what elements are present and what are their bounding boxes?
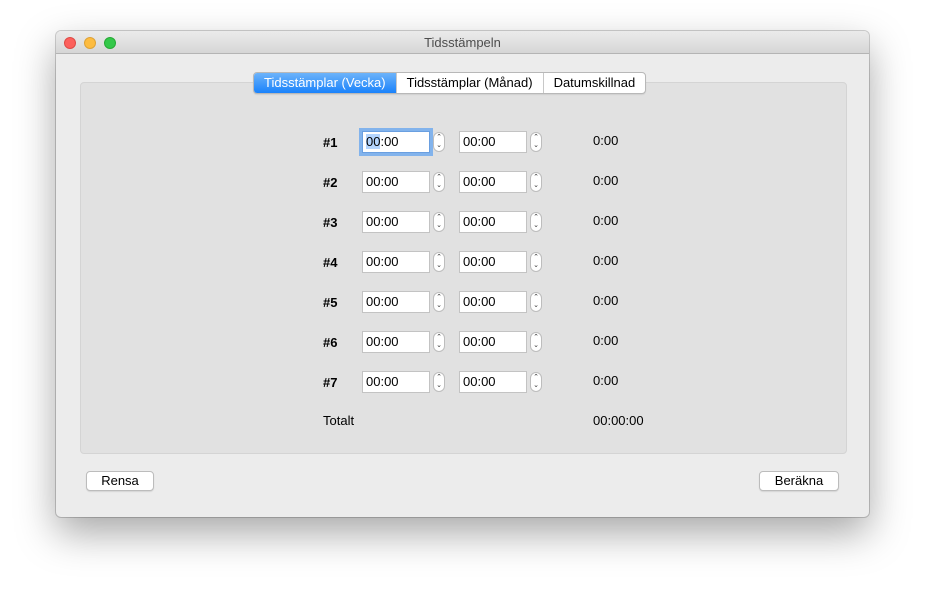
chevron-up-icon[interactable]: ⌃ (434, 214, 444, 222)
chevron-up-icon[interactable]: ⌃ (434, 294, 444, 302)
total-label: Totalt (323, 413, 355, 428)
row-label: #3 (323, 215, 338, 230)
chevron-up-icon[interactable]: ⌃ (434, 174, 444, 182)
end-time-stepper[interactable]: ⌃ ⌄ (530, 252, 542, 272)
start-time-field[interactable]: 00:00 (362, 331, 430, 353)
chevron-up-icon[interactable]: ⌃ (531, 134, 541, 142)
end-time-stepper[interactable]: ⌃ ⌄ (530, 372, 542, 392)
start-time-stepper[interactable]: ⌃ ⌄ (433, 212, 445, 232)
start-time-field[interactable]: 00:00 (362, 371, 430, 393)
chevron-up-icon[interactable]: ⌃ (531, 254, 541, 262)
start-time-stepper[interactable]: ⌃ ⌄ (433, 292, 445, 312)
start-time-field[interactable]: 00:00 (362, 131, 430, 153)
tab-weekly-timestamps[interactable]: Tidsstämplar (Vecka) (254, 73, 396, 93)
end-time-field[interactable]: 00:00 (459, 131, 527, 153)
end-time-stepper[interactable]: ⌃ ⌄ (530, 292, 542, 312)
tab-monthly-timestamps[interactable]: Tidsstämplar (Månad) (395, 73, 543, 93)
row-label: #2 (323, 175, 338, 190)
chevron-up-icon[interactable]: ⌃ (531, 374, 541, 382)
row-duration: 0:00 (593, 133, 619, 148)
chevron-down-icon[interactable]: ⌄ (434, 382, 444, 390)
end-time-field[interactable]: 00:00 (459, 371, 527, 393)
start-time-stepper[interactable]: ⌃ ⌄ (433, 372, 445, 392)
total-value: 00:00:00 (593, 413, 644, 428)
chevron-up-icon[interactable]: ⌃ (531, 214, 541, 222)
chevron-down-icon[interactable]: ⌄ (531, 342, 541, 350)
start-time-stepper[interactable]: ⌃ ⌄ (433, 332, 445, 352)
selected-hour-segment: 00 (366, 134, 381, 149)
row-label: #1 (323, 135, 338, 150)
end-time-stepper[interactable]: ⌃ ⌄ (530, 132, 542, 152)
row-label: #6 (323, 335, 338, 350)
row-label: #5 (323, 295, 338, 310)
tab-date-difference[interactable]: Datumskillnad (542, 73, 646, 93)
chevron-down-icon[interactable]: ⌄ (434, 182, 444, 190)
row-duration: 0:00 (593, 213, 619, 228)
start-time-stepper[interactable]: ⌃ ⌄ (433, 252, 445, 272)
row-duration: 0:00 (593, 293, 619, 308)
chevron-up-icon[interactable]: ⌃ (531, 294, 541, 302)
end-time-field[interactable]: 00:00 (459, 251, 527, 273)
end-time-field[interactable]: 00:00 (459, 211, 527, 233)
chevron-down-icon[interactable]: ⌄ (434, 222, 444, 230)
calculate-button[interactable]: Beräkna (759, 471, 839, 491)
tab-bar: Tidsstämplar (Vecka) Tidsstämplar (Månad… (253, 72, 647, 94)
end-time-field[interactable]: 00:00 (459, 171, 527, 193)
chevron-up-icon[interactable]: ⌃ (531, 174, 541, 182)
chevron-down-icon[interactable]: ⌄ (531, 382, 541, 390)
start-time-field[interactable]: 00:00 (362, 291, 430, 313)
title-bar[interactable]: Tidsstämpeln (56, 31, 869, 54)
chevron-up-icon[interactable]: ⌃ (434, 334, 444, 342)
start-time-stepper[interactable]: ⌃ ⌄ (433, 172, 445, 192)
end-time-field[interactable]: 00:00 (459, 291, 527, 313)
row-label: #7 (323, 375, 338, 390)
chevron-down-icon[interactable]: ⌄ (434, 302, 444, 310)
chevron-up-icon[interactable]: ⌃ (434, 134, 444, 142)
start-time-field[interactable]: 00:00 (362, 251, 430, 273)
chevron-up-icon[interactable]: ⌃ (531, 334, 541, 342)
chevron-down-icon[interactable]: ⌄ (434, 262, 444, 270)
chevron-down-icon[interactable]: ⌄ (434, 142, 444, 150)
chevron-down-icon[interactable]: ⌄ (531, 262, 541, 270)
clear-button[interactable]: Rensa (86, 471, 154, 491)
end-time-stepper[interactable]: ⌃ ⌄ (530, 332, 542, 352)
chevron-down-icon[interactable]: ⌄ (531, 302, 541, 310)
start-time-stepper[interactable]: ⌃ ⌄ (433, 132, 445, 152)
chevron-down-icon[interactable]: ⌄ (531, 222, 541, 230)
end-time-field[interactable]: 00:00 (459, 331, 527, 353)
row-duration: 0:00 (593, 373, 619, 388)
chevron-up-icon[interactable]: ⌃ (434, 374, 444, 382)
row-duration: 0:00 (593, 253, 619, 268)
minute-segment: :00 (380, 134, 399, 149)
start-time-field[interactable]: 00:00 (362, 171, 430, 193)
app-window: Tidsstämpeln Tidsstämplar (Vecka) Tidsst… (56, 31, 869, 517)
window-title: Tidsstämpeln (424, 35, 501, 50)
row-label: #4 (323, 255, 338, 270)
end-time-stepper[interactable]: ⌃ ⌄ (530, 212, 542, 232)
row-duration: 0:00 (593, 333, 619, 348)
chevron-down-icon[interactable]: ⌄ (531, 182, 541, 190)
chevron-up-icon[interactable]: ⌃ (434, 254, 444, 262)
row-duration: 0:00 (593, 173, 619, 188)
chevron-down-icon[interactable]: ⌄ (434, 342, 444, 350)
start-time-field[interactable]: 00:00 (362, 211, 430, 233)
chevron-down-icon[interactable]: ⌄ (531, 142, 541, 150)
end-time-stepper[interactable]: ⌃ ⌄ (530, 172, 542, 192)
